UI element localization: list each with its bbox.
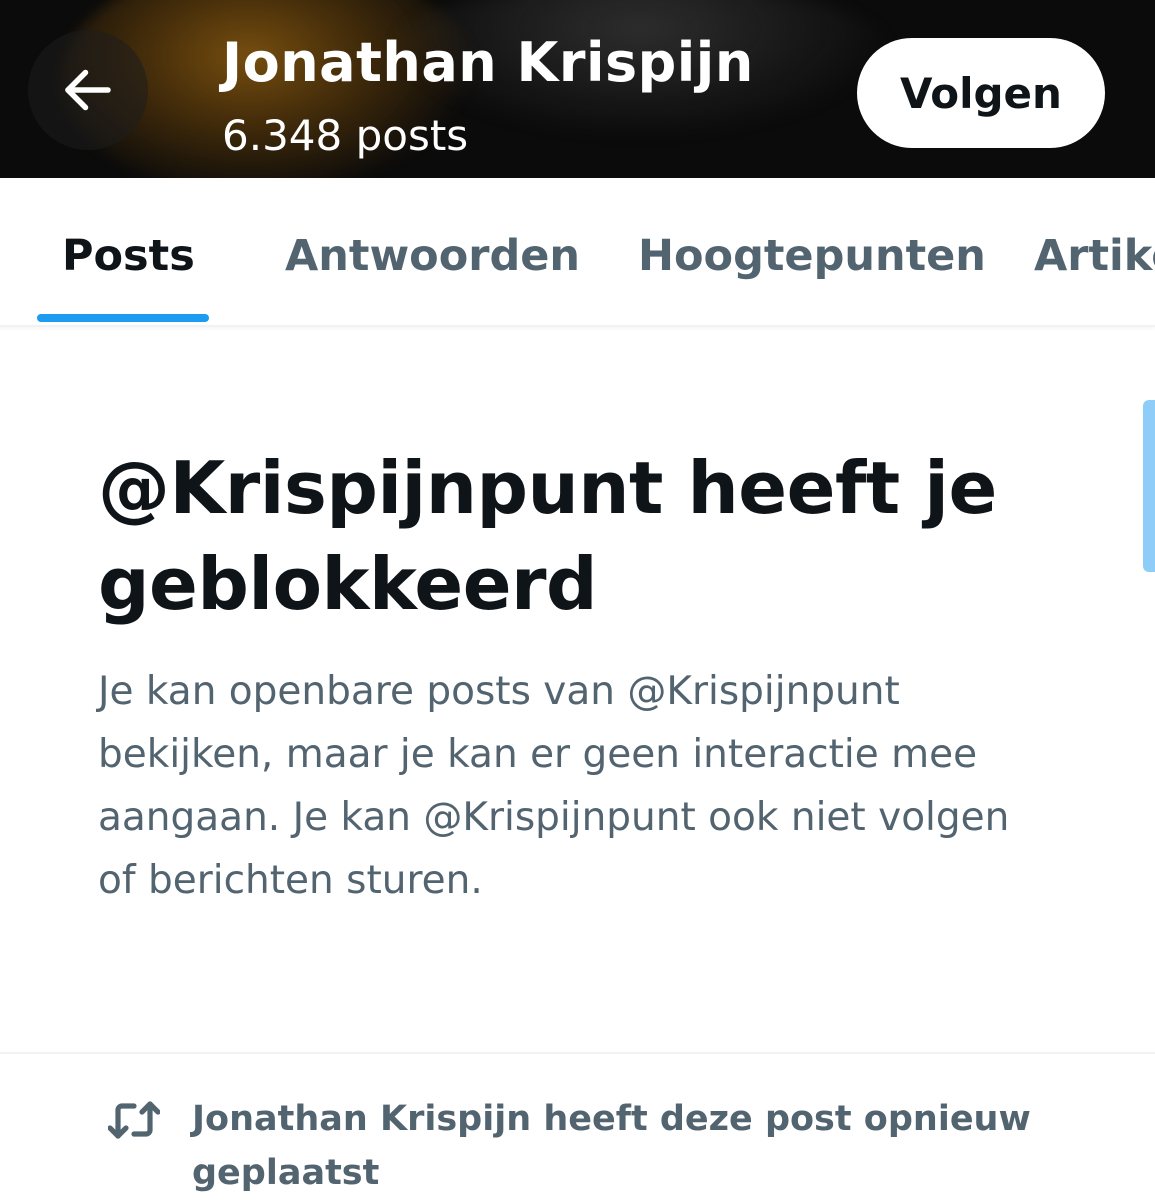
- back-button[interactable]: [28, 30, 148, 150]
- tab-artikelen[interactable]: Artikelen: [1034, 228, 1155, 284]
- tab-posts[interactable]: Posts: [62, 228, 195, 284]
- profile-name: Jonathan Krispijn: [222, 31, 754, 94]
- active-tab-indicator: [37, 314, 209, 322]
- profile-tabs: Posts Antwoorden Hoogtepunten Artikelen: [0, 178, 1155, 327]
- blocked-description: Je kan openbare posts van @Krispijnpunt …: [98, 669, 1010, 903]
- profile-header: Jonathan Krispijn 6.348 posts Volgen: [0, 0, 1155, 178]
- follow-button[interactable]: Volgen: [857, 38, 1105, 148]
- tab-antwoorden[interactable]: Antwoorden: [285, 228, 580, 284]
- divider: [0, 1052, 1155, 1054]
- scrollbar[interactable]: [1143, 400, 1155, 572]
- repost-label: Jonathan Krispijn heeft deze post opnieu…: [192, 1099, 1031, 1193]
- blocked-heading: @Krispijnpunt heeft je geblokkeerd: [98, 446, 997, 626]
- repost-icon: [108, 1101, 160, 1139]
- tab-hoogtepunten[interactable]: Hoogtepunten: [638, 228, 986, 284]
- arrow-left-icon: [65, 69, 111, 111]
- post-count: 6.348 posts: [222, 111, 469, 160]
